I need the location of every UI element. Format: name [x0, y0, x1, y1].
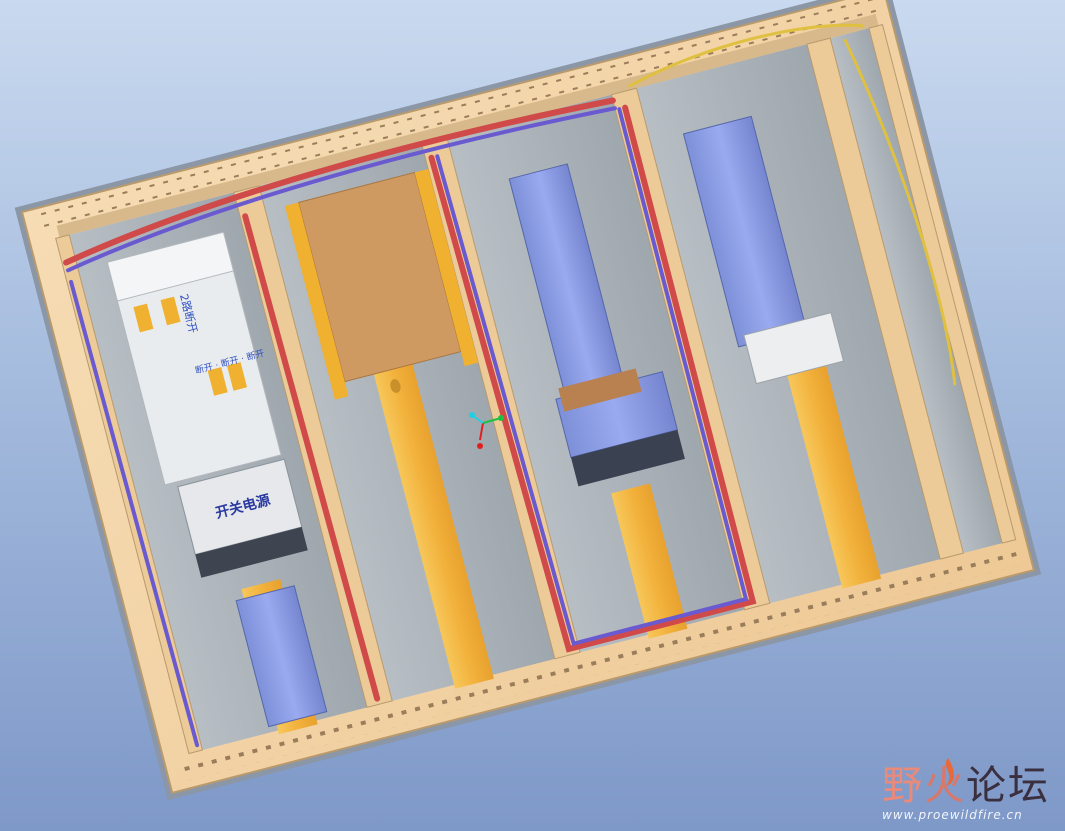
- watermark-char-4: 坛: [1008, 763, 1050, 809]
- watermark-url: www.proewildfire.cn: [882, 808, 1023, 822]
- mounting-plate: 2路断开 断开 · 断开 · 断开 开关电源: [14, 0, 1042, 801]
- flame-icon: [945, 758, 954, 786]
- watermark-char-1: 野: [882, 763, 924, 809]
- watermark-char-3: 论: [966, 763, 1008, 809]
- cabinet-3d-viewport[interactable]: 2路断开 断开 · 断开 · 断开 开关电源: [0, 0, 1065, 831]
- watermark-title: 野火论坛: [882, 764, 1050, 808]
- watermark: 野火论坛 www.proewildfire.cn: [876, 756, 1056, 826]
